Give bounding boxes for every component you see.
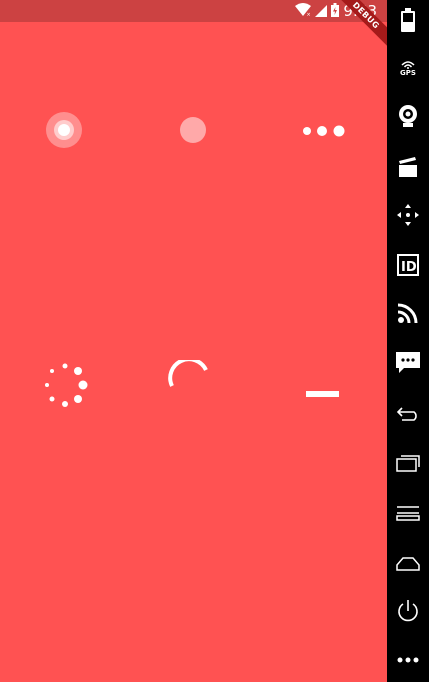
webcam-icon[interactable] xyxy=(387,99,429,133)
recents-icon[interactable] xyxy=(387,446,429,480)
emulator-sidebar: GPS ID ID xyxy=(387,0,429,682)
battery-icon[interactable] xyxy=(387,3,429,37)
bar-spinner xyxy=(306,382,339,401)
fading-circle-spinner xyxy=(42,362,88,412)
id-icon[interactable]: ID xyxy=(387,248,429,282)
dpad-icon[interactable] xyxy=(387,198,429,232)
battery-icon xyxy=(331,2,340,21)
app-screen: × 9:53 DEBUG xyxy=(0,0,387,682)
arc-spinner xyxy=(168,357,212,394)
status-bar: × 9:53 xyxy=(0,0,387,22)
svg-text:ID: ID xyxy=(401,260,417,275)
signal-icon xyxy=(315,2,328,21)
wifi-icon: × xyxy=(295,2,312,21)
more-icon[interactable] xyxy=(387,643,429,677)
message-icon[interactable] xyxy=(387,346,429,380)
svg-text:×: × xyxy=(307,12,311,17)
home-icon[interactable] xyxy=(387,546,429,580)
three-bounce-spinner xyxy=(301,123,345,142)
ripple-spinner xyxy=(46,112,82,152)
pulse-spinner xyxy=(180,117,206,147)
gps-icon[interactable]: GPS xyxy=(387,51,429,85)
gps-label: GPS xyxy=(400,69,416,77)
menu-icon[interactable] xyxy=(387,496,429,530)
rss-icon[interactable] xyxy=(387,296,429,330)
back-icon[interactable] xyxy=(387,397,429,431)
power-icon[interactable] xyxy=(387,594,429,628)
media-icon[interactable] xyxy=(387,150,429,184)
